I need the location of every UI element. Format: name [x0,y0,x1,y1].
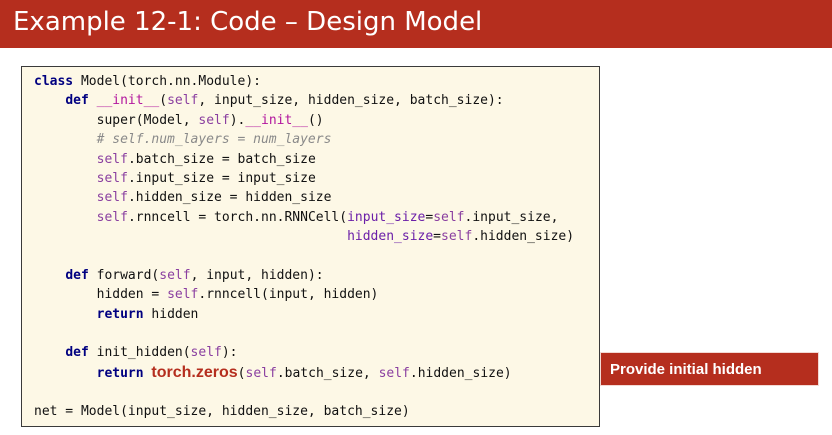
code-token: def [65,345,89,361]
code-token: ). [229,112,246,128]
code-token: .hidden_size = hidden_size [127,190,332,206]
code-token: self [190,345,222,361]
code-token: init_hidden( [88,345,191,361]
code-line: return torch.zeros(self.batch_size, self… [34,363,574,382]
code-token: self [433,209,465,225]
code-line: self.input_size = input_size [34,169,574,188]
code-block: class Model(torch.nn.Module): def __init… [21,66,600,427]
code-token: , input_size, hidden_size, batch_size): [198,93,504,109]
code-token: return [96,365,144,381]
code-token: self [96,151,128,167]
code-line: # self.num_layers = num_layers [34,130,574,149]
code-token: .rnncell(input, hidden) [198,287,379,303]
code-token: self [245,365,277,381]
code-token: super(Model, [34,112,199,128]
title-bar: Example 12-1: Code – Design Model [0,0,832,48]
code-token: self [167,287,199,303]
code-token: .input_size, [464,209,559,225]
code-line: self.batch_size = batch_size [34,150,574,169]
code-token: self [96,170,128,186]
code-token: self [198,112,230,128]
code-line: super(Model, self).__init__() [34,111,574,130]
code-token: __init__ [96,93,160,109]
code-line: def forward(self, input, hidden): [34,266,574,285]
code-token: self [159,267,191,283]
code-token: return [96,306,144,322]
code-line: class Model(torch.nn.Module): [34,72,574,91]
code-token: self [378,365,410,381]
code-lines: class Model(torch.nn.Module): def __init… [34,72,574,421]
code-line: self.rnncell = torch.nn.RNNCell(input_si… [34,208,574,227]
code-token: net = Model(input_size, hidden_size, bat… [34,403,410,419]
code-token: forward( [88,267,160,283]
code-token: , input, hidden): [190,267,324,283]
code-line: net = Model(input_size, hidden_size, bat… [34,402,574,421]
code-line: hidden = self.rnncell(input, hidden) [34,285,574,304]
code-token: self [96,209,128,225]
code-token: .batch_size, [276,365,379,381]
code-token: ): [221,345,238,361]
code-token: input_size [347,209,426,225]
code-line: def init_hidden(self): [34,343,574,362]
code-token: .input_size = input_size [127,170,316,186]
callout-label: Provide initial hidden [610,361,762,378]
code-token: __init__ [245,112,308,128]
callout-box: Provide initial hidden [600,352,819,386]
code-token: .hidden_size) [409,365,512,381]
code-token: hidden_size [347,229,434,245]
code-token: self [96,190,128,206]
code-token: # self.num_layers = num_layers [34,132,332,148]
code-token: self [441,229,473,245]
code-token: self [167,93,199,109]
code-token: Model(torch.nn.Module): [73,74,261,89]
code-token: .rnncell = torch.nn.RNNCell( [127,209,348,225]
code-token: ( [237,365,246,381]
code-token: def [65,267,89,283]
code-token: def [65,93,89,109]
code-line: def __init__(self, input_size, hidden_si… [34,91,574,110]
highlighted-code-token: torch.zeros [151,363,238,381]
code-line: hidden_size=self.hidden_size) [34,227,574,246]
code-token: hidden [143,306,199,322]
code-token: = [433,229,441,245]
code-token: .batch_size = batch_size [127,151,316,167]
code-token: () [307,112,324,128]
code-token: .hidden_size) [472,229,575,245]
code-line: return hidden [34,305,574,324]
slide-title: Example 12-1: Code – Design Model [13,7,483,37]
code-token: ( [159,93,168,109]
code-line: self.hidden_size = hidden_size [34,188,574,207]
code-token: hidden = [34,287,168,303]
code-token: class [34,74,74,89]
